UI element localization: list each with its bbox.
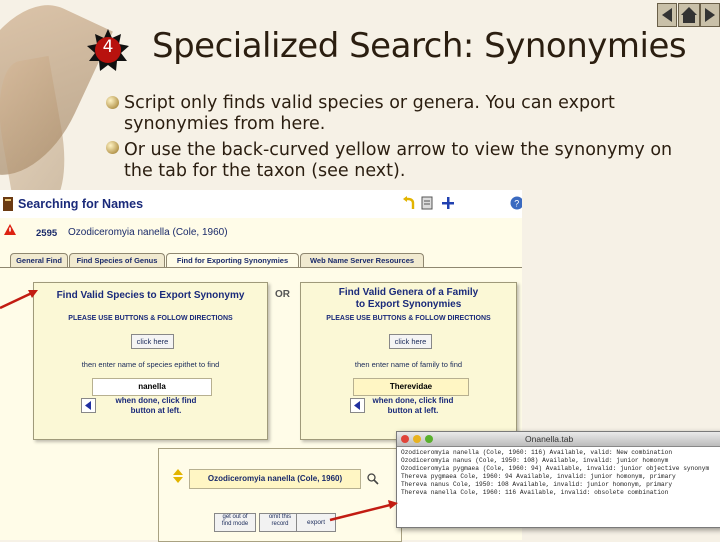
tab-general-find[interactable]: General Find [10, 253, 68, 268]
species-prompt: then enter name of species epithet to fi… [81, 360, 220, 369]
panel-directions: PLEASE USE BUTTONS & FOLLOW DIRECTIONS [326, 315, 491, 322]
window-titlebar[interactable]: Onanella.tab [397, 432, 720, 447]
tab-file-window: Onanella.tab Ozodiceromyia nanella (Cole… [396, 431, 720, 528]
bullet-text: Or use the back-curved yellow arrow to v… [124, 140, 672, 182]
family-prompt: then enter name of family to find [354, 360, 463, 369]
synonymy-line: Thereva pygmaea Cole, 1960: 94 Available… [401, 473, 676, 480]
forward-arrow-icon [705, 8, 715, 22]
synonymy-line: Ozodiceromyia nanus (Cole, 1950: 108) Av… [401, 457, 669, 464]
click-here-button[interactable]: click here [131, 334, 174, 349]
result-name-field[interactable]: Ozodiceromyia nanella (Cole, 1960) [189, 469, 361, 489]
done-line: button at left. [387, 406, 439, 415]
panel-directions: PLEASE USE BUTTONS & FOLLOW DIRECTIONS [68, 315, 233, 322]
panel-title-line2: to Export Synonymies [355, 299, 462, 310]
tab-divider [0, 267, 522, 268]
record-bar: 2595 Ozodiceromyia nanella (Cole, 1960) [0, 218, 522, 240]
or-label: OR [275, 289, 290, 300]
bullet-line: synonymies from here. [124, 114, 326, 134]
bullet-icon [106, 96, 119, 109]
omit-this-record-button[interactable]: omit this record [259, 513, 301, 532]
synonymy-line: Thereva nanella Cole, 1960: 116 Availabl… [401, 489, 669, 496]
bullet-icon [106, 141, 119, 154]
button-line: omit this [268, 514, 292, 520]
slide-number: 4 [102, 37, 114, 57]
click-here-button[interactable]: click here [389, 334, 432, 349]
species-epithet-field[interactable]: nanella [92, 378, 212, 396]
window-title: Onanella.tab [525, 434, 574, 444]
synonymy-line: Ozodiceromyia nanella (Cole, 1960: 116) … [401, 449, 673, 456]
done-line: when done, click find [115, 396, 197, 405]
synonymy-line: Thereva nanus Cole, 1950: 108 Available,… [401, 481, 673, 488]
warning-icon [4, 224, 16, 235]
done-instruction: when done, click find button at left. [363, 396, 463, 416]
svg-text:?: ? [514, 199, 519, 209]
family-name-field[interactable]: Therevidae [353, 378, 469, 396]
nav-forward-button[interactable] [700, 3, 720, 27]
nav-home-button[interactable] [678, 3, 700, 27]
app-header: Searching for Names ? [0, 190, 522, 219]
app-header-title: Searching for Names [18, 197, 144, 211]
get-out-of-find-mode-button[interactable]: get out of find mode [214, 513, 256, 532]
close-window-icon[interactable] [401, 435, 409, 443]
back-arrow-icon [662, 8, 672, 22]
done-instruction: when done, click find button at left. [96, 396, 216, 416]
minimize-window-icon[interactable] [413, 435, 421, 443]
slide-title: Specialized Search: Synonymies [152, 26, 687, 66]
find-left-arrow-button[interactable] [81, 398, 96, 413]
nav-back-button[interactable] [657, 3, 677, 27]
home-icon [681, 7, 697, 23]
panel-title-line1: Find Valid Genera of a Family [338, 287, 479, 298]
help-icon[interactable]: ? [510, 196, 522, 210]
magnifier-icon[interactable] [367, 473, 379, 485]
left-arrow-icon [85, 401, 91, 410]
bullet-line: Script only finds valid species or gener… [124, 93, 615, 113]
bullet-text: Script only finds valid species or gener… [124, 93, 615, 135]
back-curved-arrow-icon[interactable] [402, 196, 416, 210]
done-line: when done, click find [372, 396, 454, 405]
tab-find-for-exporting-synonymies[interactable]: Find for Exporting Synonymies [166, 253, 299, 268]
zoom-window-icon[interactable] [425, 435, 433, 443]
find-valid-species-panel: Find Valid Species to Export Synonymy PL… [33, 282, 268, 440]
button-line: find mode [221, 521, 249, 527]
button-line: record [271, 521, 289, 527]
tab-find-species-of-genus[interactable]: Find Species of Genus [69, 253, 165, 268]
done-line: button at left. [130, 406, 182, 415]
slide-number-badge: 4 [86, 28, 130, 72]
panel-title: Find Valid Species to Export Synonymy [56, 290, 245, 301]
find-valid-genera-panel: Find Valid Genera of a Family to Export … [300, 282, 517, 440]
record-number: 2595 [36, 228, 58, 239]
scroll-arrows-icon[interactable] [171, 469, 185, 483]
export-button[interactable]: export [296, 513, 336, 532]
tab-web-name-server-resources[interactable]: Web Name Server Resources [300, 253, 424, 268]
record-name: Ozodiceromyia nanella (Cole, 1960) [68, 227, 228, 238]
document-icon[interactable] [421, 196, 433, 210]
bullet-line: Or use the back-curved yellow arrow to v… [124, 140, 673, 160]
bullet-line: the tab for the taxon (see next). [124, 161, 406, 181]
book-icon [3, 197, 13, 211]
add-icon[interactable] [442, 197, 454, 209]
synonymy-line: Ozodiceromyia pygmaea (Cole, 1960: 94) A… [401, 465, 710, 472]
button-line: get out of [222, 514, 248, 520]
